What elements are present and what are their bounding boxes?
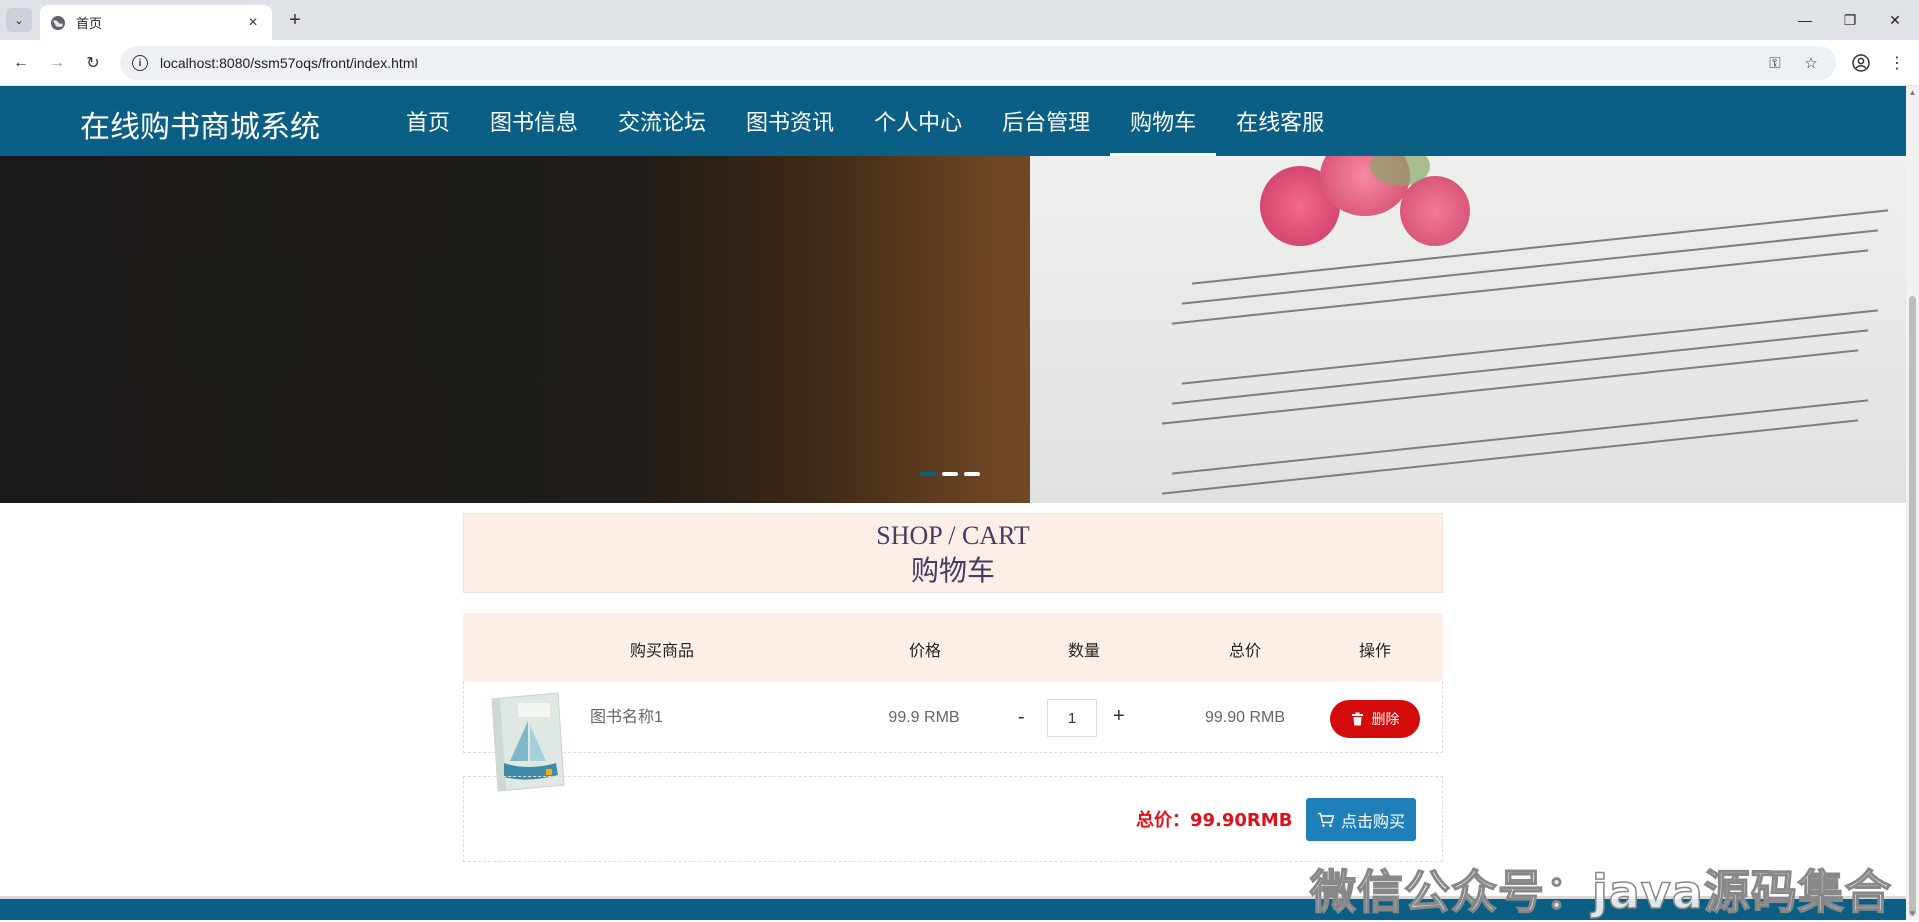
- url-text[interactable]: localhost:8080/ssm57oqs/front/index.html: [160, 55, 1764, 71]
- buy-button[interactable]: 点击购买: [1306, 798, 1416, 841]
- close-icon[interactable]: ×: [244, 14, 262, 32]
- tab-search-button[interactable]: ⌄: [6, 8, 32, 32]
- avatar-icon: [1852, 54, 1870, 72]
- carousel-dot[interactable]: [942, 472, 958, 476]
- carousel-indicators: [920, 472, 980, 476]
- banner-carousel[interactable]: [0, 156, 1906, 503]
- cart-table-header: 购买商品 价格 数量 总价 操作: [463, 613, 1443, 681]
- col-price: 价格: [908, 643, 942, 660]
- site-title[interactable]: 在线购书商城系统: [80, 102, 320, 146]
- delete-label: 删除: [1371, 712, 1400, 728]
- arrow-left-icon: ←: [13, 54, 29, 71]
- reload-icon: ↻: [86, 55, 100, 72]
- col-subtotal: 总价: [1228, 643, 1262, 660]
- new-tab-button[interactable]: +: [282, 8, 308, 32]
- cart-total: 总价：99.90RMB: [1136, 806, 1292, 832]
- forward-button[interactable]: →: [44, 50, 70, 76]
- browser-tabstrip: ⌄ 首页 × + — ❐ ✕: [0, 0, 1919, 40]
- nav-cart[interactable]: 购物车: [1110, 86, 1217, 156]
- site-info-icon[interactable]: i: [132, 55, 148, 71]
- carousel-dot[interactable]: [920, 472, 936, 476]
- address-bar[interactable]: i localhost:8080/ssm57oqs/front/index.ht…: [120, 46, 1836, 80]
- buy-label: 点击购买: [1340, 811, 1405, 831]
- watermark-text: 微信公众号：java源码集合: [1309, 864, 1892, 920]
- key-icon[interactable]: ⚿: [1764, 52, 1786, 74]
- total-label: 总价：: [1136, 810, 1190, 831]
- star-icon[interactable]: ☆: [1800, 52, 1822, 74]
- cart-footer: [463, 776, 1443, 862]
- minimize-button[interactable]: —: [1785, 6, 1825, 34]
- scrollbar-thumb[interactable]: [1909, 296, 1916, 916]
- cart-heading-zh: 购物车: [910, 554, 995, 587]
- nav-books[interactable]: 图书信息: [470, 86, 598, 156]
- scroll-down-icon[interactable]: ▼: [1908, 909, 1917, 918]
- globe-icon: [51, 15, 65, 30]
- page-scrollbar[interactable]: ▲ ▼: [1906, 86, 1919, 920]
- product-name[interactable]: 图书名称1: [590, 703, 663, 727]
- item-price: 99.9 RMB: [888, 709, 960, 726]
- carousel-dot[interactable]: [964, 472, 980, 476]
- quantity-increase-button[interactable]: +: [1113, 705, 1125, 728]
- item-subtotal: 99.90 RMB: [1204, 709, 1286, 726]
- nav-forum[interactable]: 交流论坛: [598, 86, 726, 156]
- nav-support[interactable]: 在线客服: [1216, 86, 1344, 156]
- site-header: 在线购书商城系统 首页 图书信息 交流论坛 图书资讯 个人中心 后台管理 购物车…: [0, 86, 1906, 156]
- delete-button[interactable]: 删除: [1330, 700, 1420, 738]
- more-vertical-icon: ⋮: [1889, 55, 1905, 72]
- arrow-right-icon: →: [49, 54, 65, 71]
- cart-icon: [1317, 812, 1335, 827]
- cart-heading: SHOP / CART 购物车: [463, 513, 1443, 593]
- nav-profile[interactable]: 个人中心: [854, 86, 982, 156]
- main-nav: 首页 图书信息 交流论坛 图书资讯 个人中心 后台管理 购物车 在线客服: [386, 86, 1344, 156]
- tab-title: 首页: [76, 16, 103, 31]
- col-product: 购买商品: [629, 643, 695, 660]
- trash-icon: [1351, 712, 1363, 726]
- nav-news[interactable]: 图书资讯: [726, 86, 854, 156]
- nav-home[interactable]: 首页: [386, 86, 470, 156]
- browser-menu-button[interactable]: ⋮: [1884, 50, 1910, 76]
- scroll-up-icon[interactable]: ▲: [1908, 88, 1917, 97]
- reload-button[interactable]: ↻: [80, 50, 106, 76]
- chevron-down-icon: ⌄: [14, 14, 24, 27]
- quantity-decrease-button[interactable]: -: [1018, 706, 1025, 729]
- nav-admin[interactable]: 后台管理: [982, 86, 1110, 156]
- profile-button[interactable]: [1848, 50, 1874, 76]
- close-window-button[interactable]: ✕: [1875, 6, 1915, 34]
- restore-button[interactable]: ❐: [1830, 6, 1870, 34]
- browser-toolbar: ← → ↻ i localhost:8080/ssm57oqs/front/in…: [0, 40, 1919, 86]
- back-button[interactable]: ←: [8, 50, 34, 76]
- total-value: 99.90RMB: [1190, 810, 1293, 831]
- browser-tab[interactable]: 首页 ×: [40, 5, 272, 40]
- cart-heading-en: SHOP / CART: [876, 521, 1030, 550]
- col-quantity: 数量: [1067, 643, 1101, 660]
- quantity-input[interactable]: [1047, 699, 1097, 737]
- col-action: 操作: [1358, 643, 1392, 660]
- banner-image: [1030, 156, 1906, 503]
